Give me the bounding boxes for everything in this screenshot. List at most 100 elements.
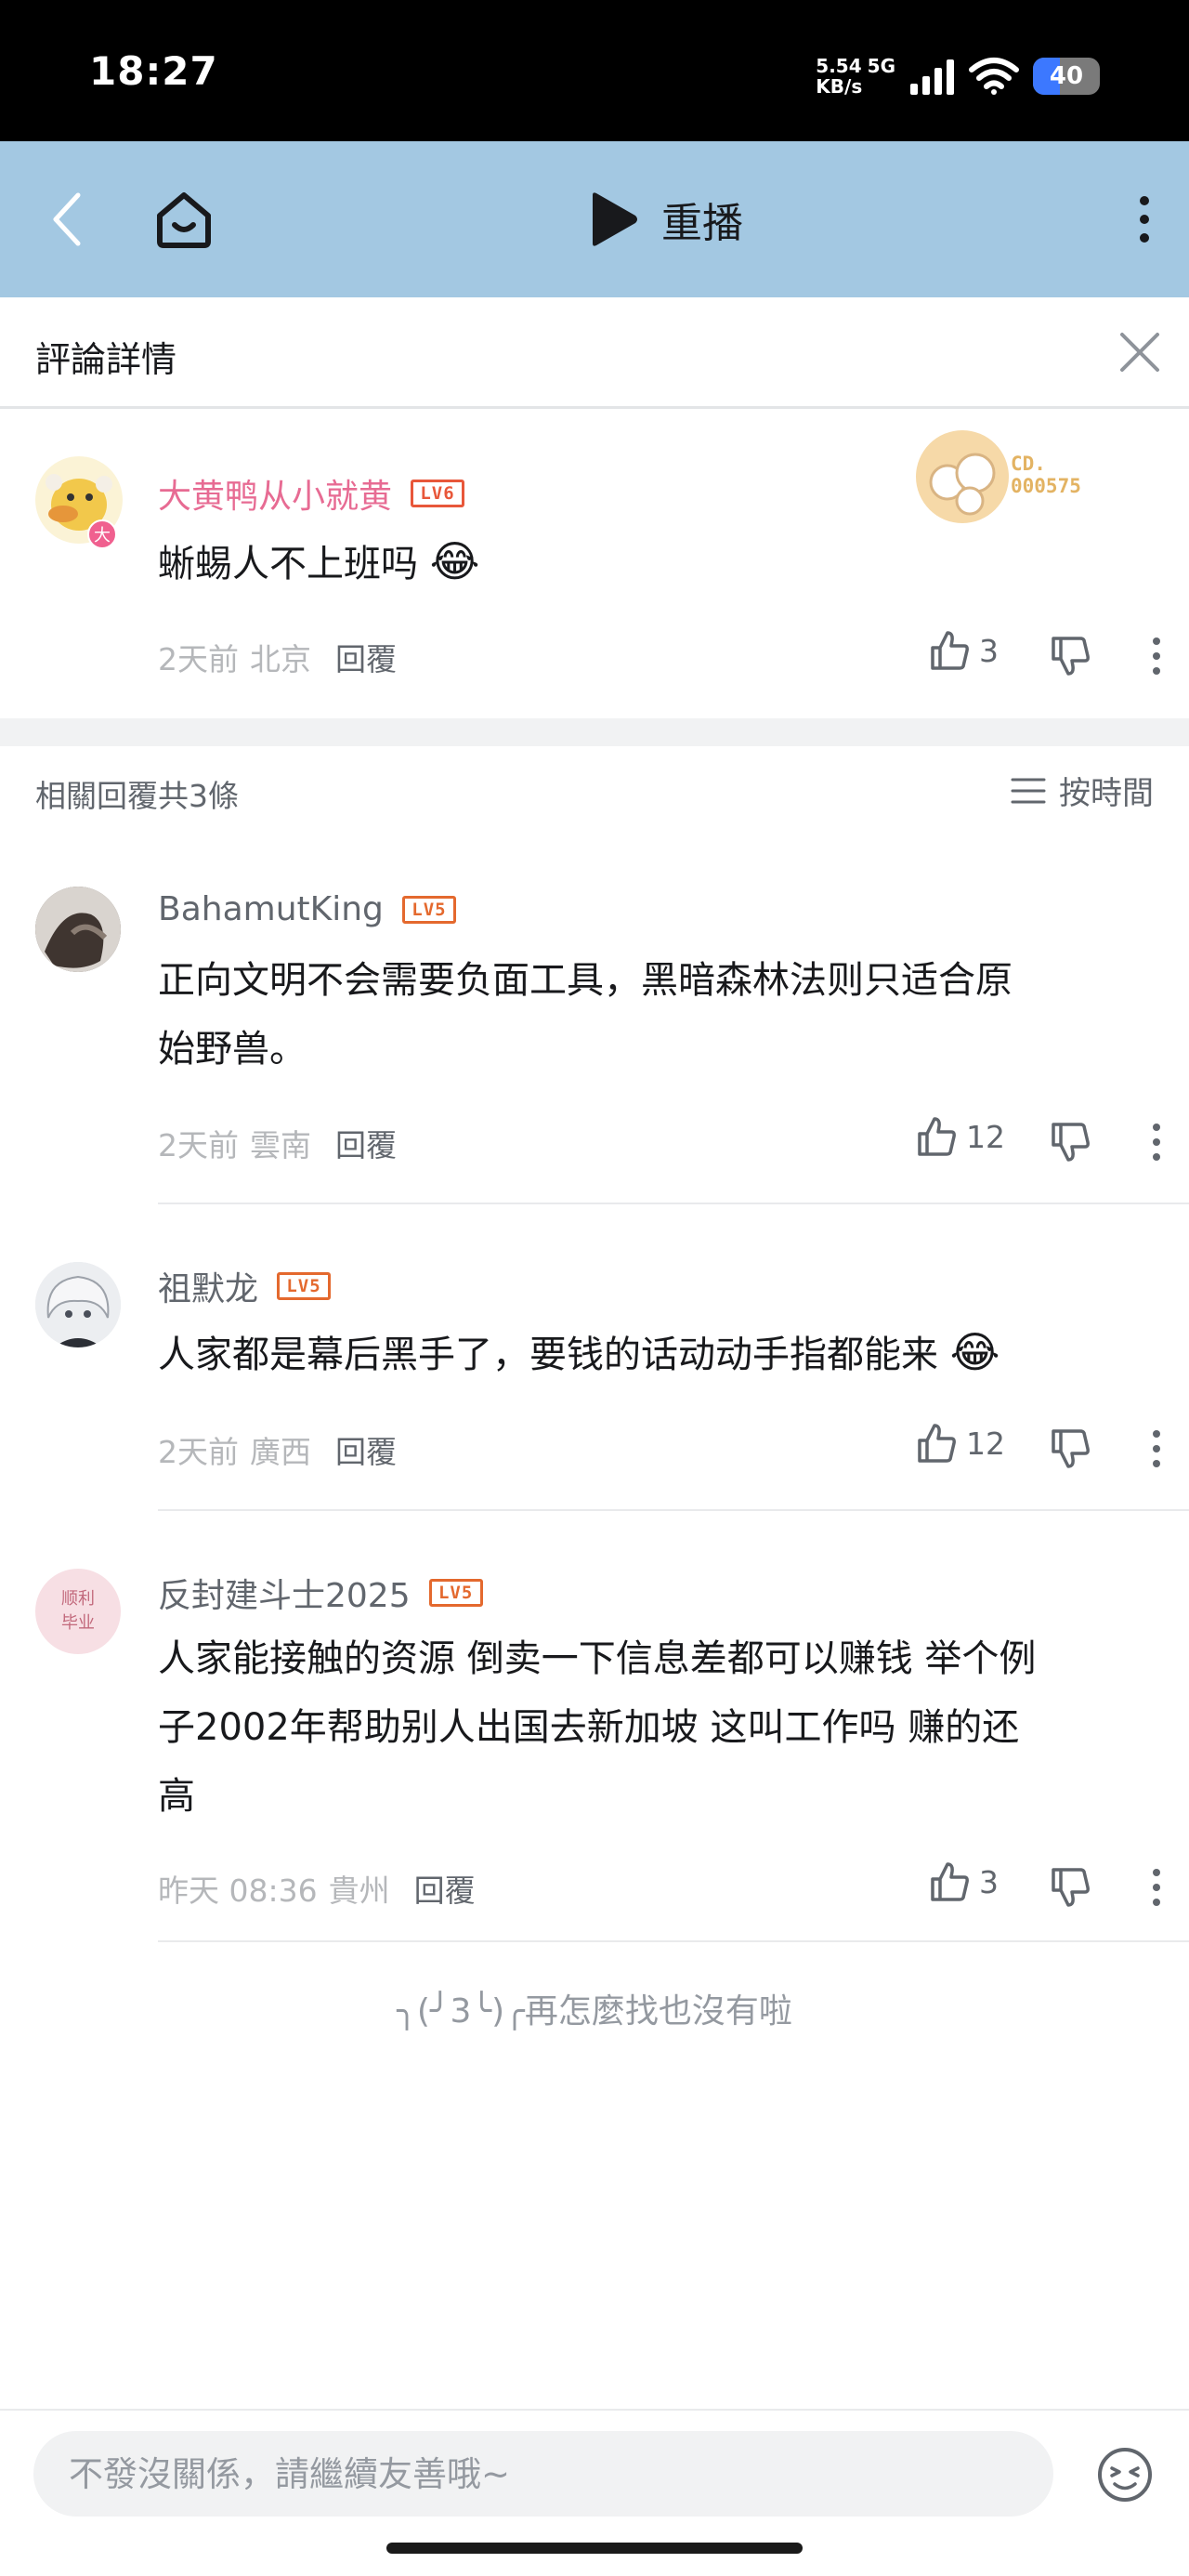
comment-line: 始野兽。: [158, 1028, 307, 1071]
battery-level: 40: [1049, 62, 1084, 90]
like-button[interactable]: 12: [916, 1115, 1005, 1158]
more-vertical-icon[interactable]: [1152, 1868, 1161, 1907]
like-count: 3: [979, 1863, 999, 1900]
reply-button[interactable]: 回覆: [335, 1427, 397, 1472]
reply-button[interactable]: 回覆: [335, 635, 397, 679]
comment-line: 子2002年帮助别人出国去新加坡 这叫工作吗 赚的还: [158, 1706, 1020, 1749]
sort-label: 按時間: [1059, 775, 1154, 812]
close-icon[interactable]: [1113, 325, 1167, 379]
comment-location: 雲南: [250, 1127, 311, 1163]
like-button[interactable]: 12: [916, 1422, 1005, 1465]
reply-item: 祖默龙 LV5 人家都是幕后黑手了，要钱的话动动手指都能来 😂 2天前 廣西 回覆…: [0, 1227, 1189, 1505]
signal-icon: [910, 59, 954, 95]
network-type: 5G: [867, 55, 895, 77]
username[interactable]: 反封建斗士2025 LV5: [158, 1569, 483, 1617]
net-speed-value: 5.54: [816, 55, 862, 77]
play-icon: [593, 192, 637, 246]
level-badge: LV5: [277, 1272, 332, 1300]
avatar-text: 顺利: [61, 1589, 95, 1609]
thumbs-down-icon[interactable]: [1050, 1866, 1091, 1909]
end-of-list-text: ╮(╯3╰)╭再怎麼找也沒有啦: [397, 1992, 792, 2031]
like-count: 3: [979, 632, 999, 669]
comment-time: 2天前: [158, 641, 239, 677]
avatar[interactable]: [35, 887, 121, 972]
reply-count-summary: 相關回覆共3條: [35, 778, 239, 814]
network-speed: 5.54 5G KB/s: [816, 56, 895, 97]
thumbs-up-icon: [918, 1117, 956, 1156]
comment-input[interactable]: [33, 2431, 1053, 2517]
fan-badge-number: 000575: [1011, 475, 1081, 497]
username[interactable]: 祖默龙 LV5: [158, 1262, 332, 1310]
back-arrow-icon[interactable]: [45, 190, 89, 249]
avatar-badge: 大: [87, 519, 117, 549]
thumbs-up-icon: [931, 631, 969, 670]
status-indicators: 5.54 5G KB/s 40: [816, 50, 1100, 102]
comment-line: 正向文明不会需要负面工具，黑暗森林法则只适合原: [158, 959, 1013, 1002]
comment-time: 2天前: [158, 1127, 239, 1163]
comment-text: 人家能接触的资源 倒卖一下信息差都可以赚钱 举个例 子2002年帮助别人出国去新…: [158, 1624, 1036, 1831]
thumbs-down-icon[interactable]: [1050, 635, 1091, 677]
reply-item: 顺利 毕业 反封建斗士2025 LV5 人家能接触的资源 倒卖一下信息差都可以赚…: [0, 1533, 1189, 1933]
laughing-emoji: 😂: [429, 536, 480, 586]
laughing-emoji: 😂: [949, 1327, 1000, 1377]
comment-actions: 12: [910, 1115, 1189, 1171]
comment-time: 2天前: [158, 1434, 239, 1470]
comment-line: 高: [158, 1775, 195, 1818]
page-title: 評論詳情: [35, 339, 177, 380]
comment-text: 正向文明不会需要负面工具，黑暗森林法则只适合原 始野兽。: [158, 946, 1013, 1084]
list-icon: [1011, 778, 1046, 803]
username-text: 大黄鸭从小就黄: [158, 478, 393, 516]
battery-indicator: 40: [1033, 58, 1100, 95]
top-nav-bar: 重播: [0, 141, 1189, 297]
status-bar: 18:27 5.54 5G KB/s 40: [0, 0, 1189, 141]
reply-divider: [158, 1509, 1189, 1511]
thumbs-up-icon: [931, 1862, 969, 1901]
level-badge: LV5: [401, 895, 456, 924]
home-indicator: [386, 2543, 803, 2554]
comment-actions: 3: [910, 1860, 1189, 1916]
avatar[interactable]: [35, 1262, 121, 1347]
fan-badge-image: [916, 430, 1009, 523]
comment-location: 北京: [250, 641, 311, 677]
like-count: 12: [966, 1425, 1005, 1462]
thumbs-down-icon[interactable]: [1050, 1121, 1091, 1163]
comment-meta: 2天前 雲南 回覆: [158, 1121, 397, 1165]
home-icon[interactable]: [152, 188, 216, 251]
avatar-text: 毕业: [61, 1613, 95, 1633]
reply-button[interactable]: 回覆: [335, 1121, 397, 1165]
username-text: 反封建斗士2025: [158, 1577, 411, 1615]
comment-meta: 昨天 08:36 貴州 回覆: [158, 1866, 476, 1911]
reply-button[interactable]: 回覆: [414, 1866, 476, 1911]
thumbs-up-icon: [918, 1424, 956, 1463]
username[interactable]: BahamutKing LV5: [158, 890, 456, 928]
comment-input-wrapper: [33, 2431, 1053, 2517]
level-badge: LV5: [428, 1579, 483, 1607]
sort-by-time-button[interactable]: 按時間: [1011, 768, 1154, 813]
comment-meta: 2天前 北京 回覆: [158, 635, 397, 679]
net-speed-unit: KB/s: [816, 75, 863, 98]
comment-text: 人家都是幕后黑手了，要钱的话动动手指都能来 😂: [158, 1318, 1000, 1389]
comment-location: 貴州: [328, 1873, 390, 1909]
username[interactable]: 大黄鸭从小就黄 LV6: [158, 469, 465, 518]
more-vertical-icon[interactable]: [1152, 1429, 1161, 1468]
status-time: 18:27: [89, 48, 218, 94]
more-vertical-icon[interactable]: [1152, 1123, 1161, 1162]
like-button[interactable]: 3: [929, 1860, 999, 1903]
fan-badge: CD. 000575: [914, 428, 1118, 523]
root-comment: 大 大黄鸭从小就黄 LV6 CD. 000575 蜥蜴人不上班吗 😂 2天前 北京…: [0, 412, 1189, 718]
thumbs-down-icon[interactable]: [1050, 1427, 1091, 1470]
comment-actions: 3: [910, 629, 1189, 685]
more-vertical-icon[interactable]: [1152, 637, 1161, 676]
level-badge: LV6: [411, 480, 465, 507]
anime-avatar-image: [35, 1262, 121, 1347]
dark-avatar-image: [35, 887, 121, 972]
emoji-icon[interactable]: [1096, 2446, 1154, 2504]
username-text: BahamutKing: [158, 890, 384, 928]
reply-item: BahamutKing LV5 正向文明不会需要负面工具，黑暗森林法则只适合原 …: [0, 864, 1189, 1199]
like-button[interactable]: 3: [929, 629, 999, 672]
section-divider: [0, 718, 1189, 746]
more-vertical-icon[interactable]: [1133, 190, 1156, 249]
avatar[interactable]: 顺利 毕业: [35, 1569, 121, 1654]
comment-text-body: 人家都是幕后黑手了，要钱的话动动手指都能来: [158, 1334, 938, 1376]
replay-button[interactable]: 重播: [587, 188, 743, 251]
